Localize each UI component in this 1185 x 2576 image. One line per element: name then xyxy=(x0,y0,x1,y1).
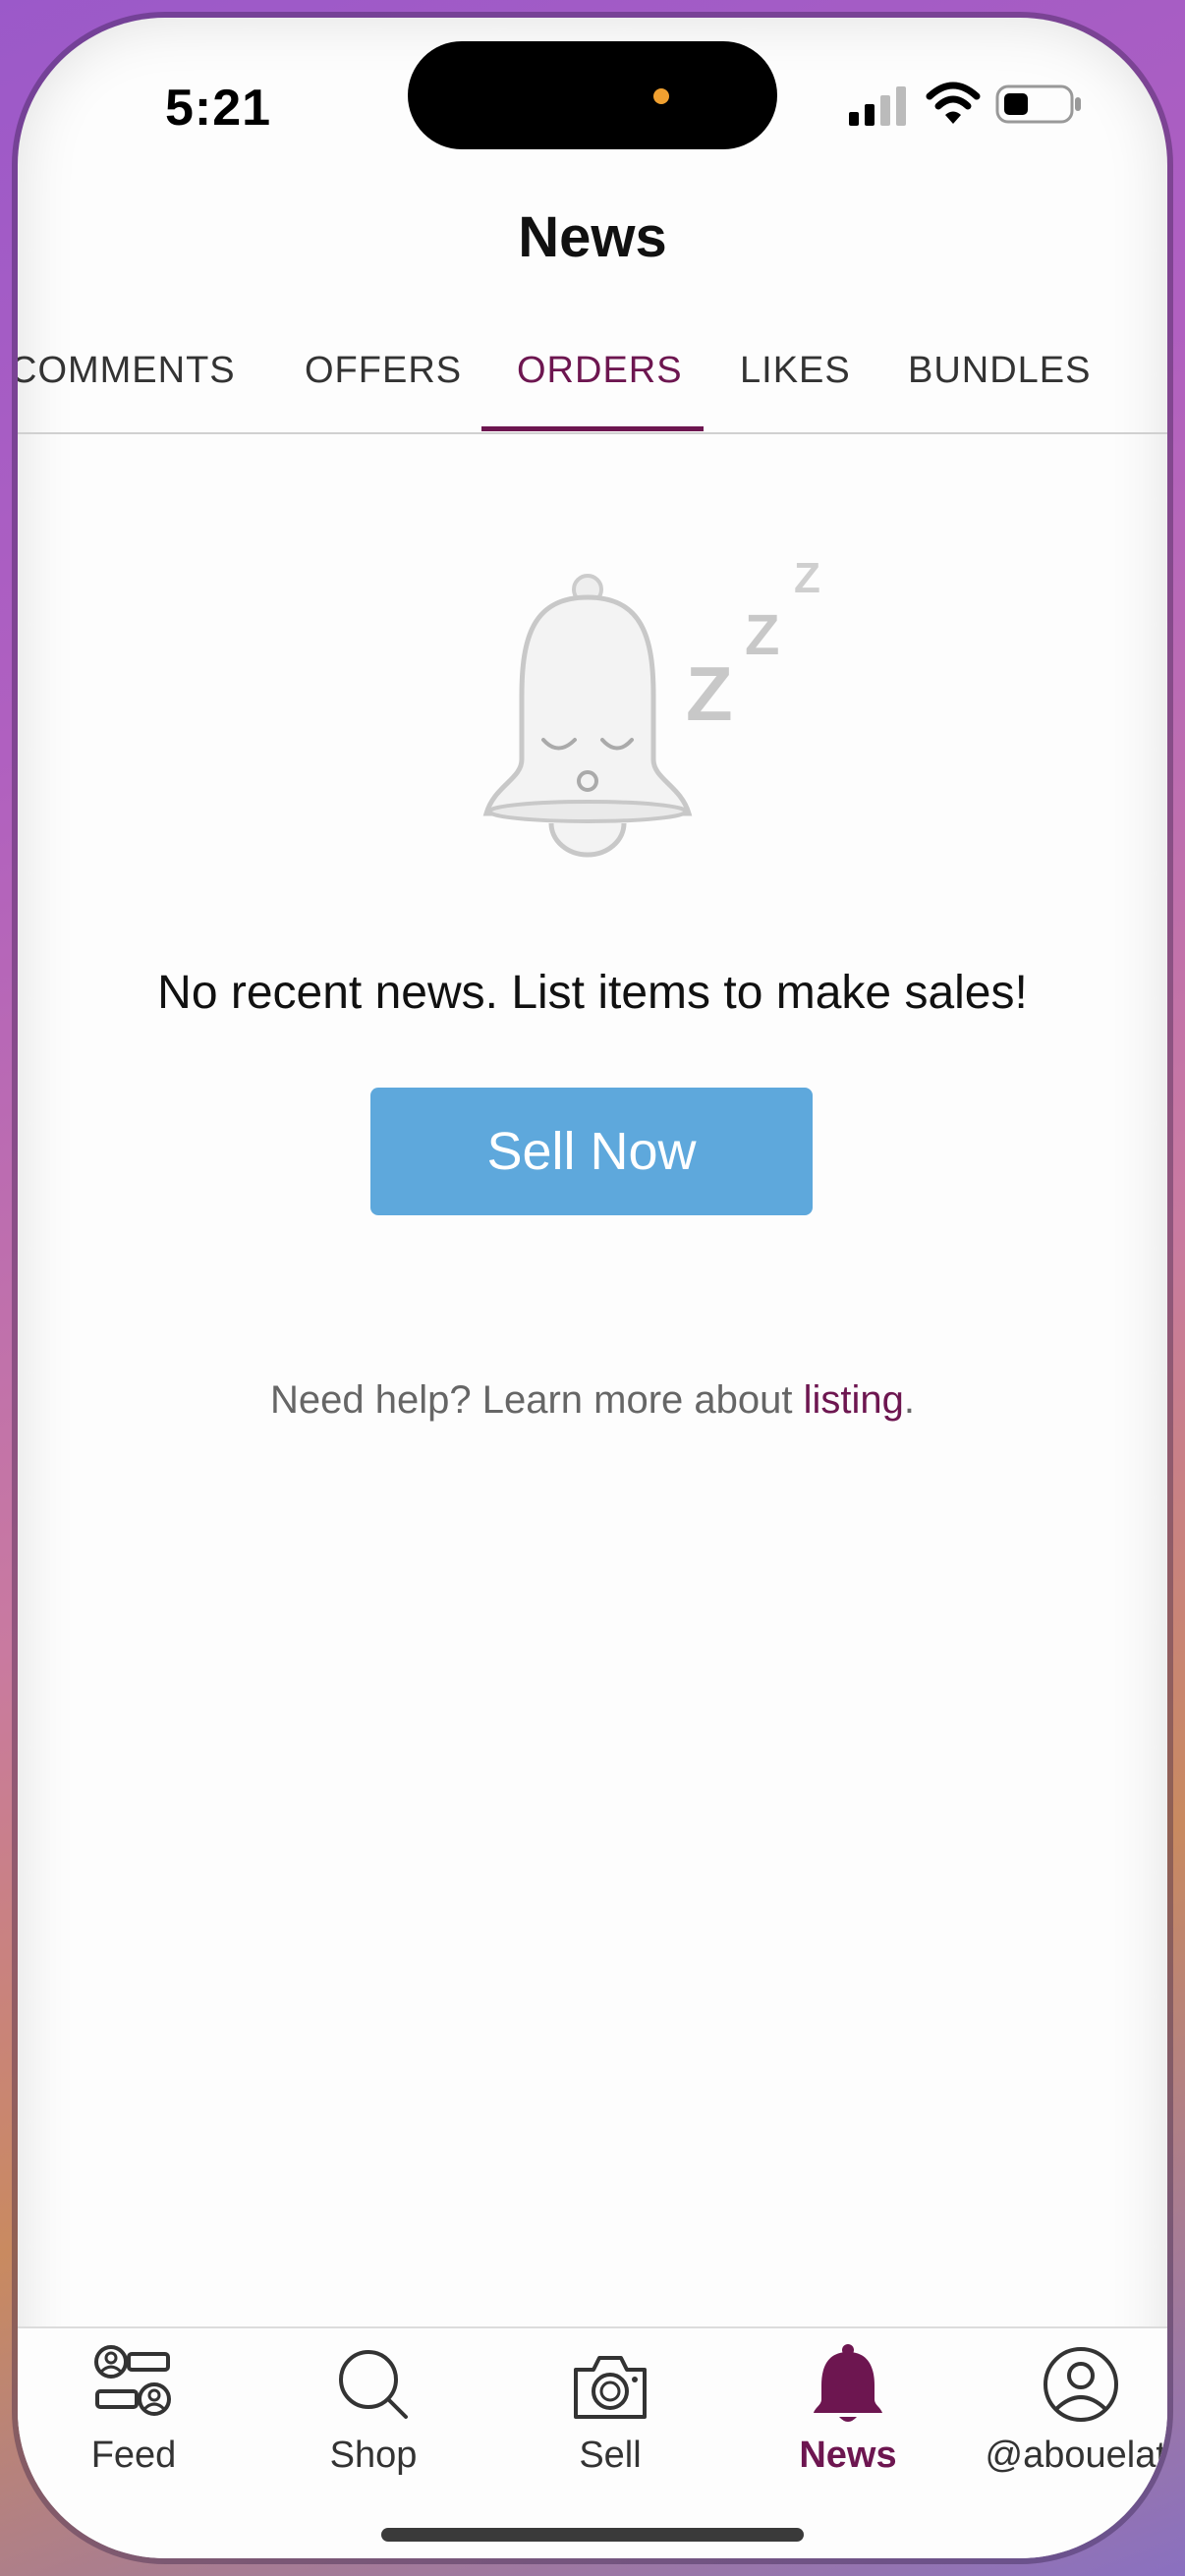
sell-now-button[interactable]: Sell Now xyxy=(370,1088,813,1215)
bottom-nav-label: Sell xyxy=(579,2435,642,2476)
svg-text:Z: Z xyxy=(745,603,779,667)
wifi-icon xyxy=(926,82,981,124)
help-text-prefix: Need help? Learn more about xyxy=(270,1378,804,1422)
bottom-nav-label: Shop xyxy=(329,2435,418,2476)
tab-likes[interactable]: LIKES xyxy=(740,350,851,392)
bottom-nav-news[interactable]: News xyxy=(740,2340,956,2477)
bottom-tab-bar: Feed Shop Sell News @abouelatt xyxy=(18,2326,1167,2558)
svg-text:Z: Z xyxy=(686,650,733,737)
listing-help-link[interactable]: listing xyxy=(804,1378,904,1422)
privacy-indicator-dot xyxy=(653,88,669,104)
page-title: News xyxy=(518,205,667,269)
bottom-nav-sell[interactable]: Sell xyxy=(502,2340,718,2477)
tab-orders[interactable]: ORDERS xyxy=(517,350,683,392)
help-text: Need help? Learn more about listing. xyxy=(18,1378,1167,1423)
tab-bundles[interactable]: BUNDLES xyxy=(908,350,1092,392)
bottom-nav-feed[interactable]: Feed xyxy=(26,2340,242,2477)
camera-icon xyxy=(574,2356,647,2419)
profile-icon xyxy=(1044,2347,1118,2422)
bottom-nav-label: News xyxy=(799,2435,897,2476)
bottom-nav-profile[interactable]: @abouelatt xyxy=(963,2340,1167,2477)
tab-offers[interactable]: OFFERS xyxy=(305,350,462,392)
feed-icon xyxy=(94,2345,171,2416)
status-bar: 5:21 xyxy=(18,18,1167,185)
news-tabs: COMMENTS OFFERS ORDERS LIKES BUNDLES xyxy=(18,332,1167,434)
bell-icon xyxy=(814,2344,882,2422)
bottom-nav-label: @abouelatt xyxy=(985,2435,1167,2476)
help-text-suffix: . xyxy=(903,1378,915,1422)
search-icon xyxy=(339,2350,408,2419)
active-tab-indicator xyxy=(481,426,704,431)
cellular-signal-icon xyxy=(849,86,906,126)
svg-text:Z: Z xyxy=(794,554,820,602)
home-indicator[interactable] xyxy=(381,2528,804,2542)
tab-comments[interactable]: COMMENTS xyxy=(18,350,236,392)
sleeping-bell-icon: Z Z Z xyxy=(482,554,820,858)
status-time: 5:21 xyxy=(165,80,272,137)
battery-icon xyxy=(995,84,1081,124)
dynamic-island xyxy=(408,41,777,149)
empty-state-message: No recent news. List items to make sales… xyxy=(157,967,1028,1019)
bottom-nav-shop[interactable]: Shop xyxy=(265,2340,481,2477)
bottom-nav-label: Feed xyxy=(90,2435,177,2476)
phone-screen: 5:21 News COMMENTS OFFERS ORDERS LIKES B… xyxy=(18,18,1167,2558)
